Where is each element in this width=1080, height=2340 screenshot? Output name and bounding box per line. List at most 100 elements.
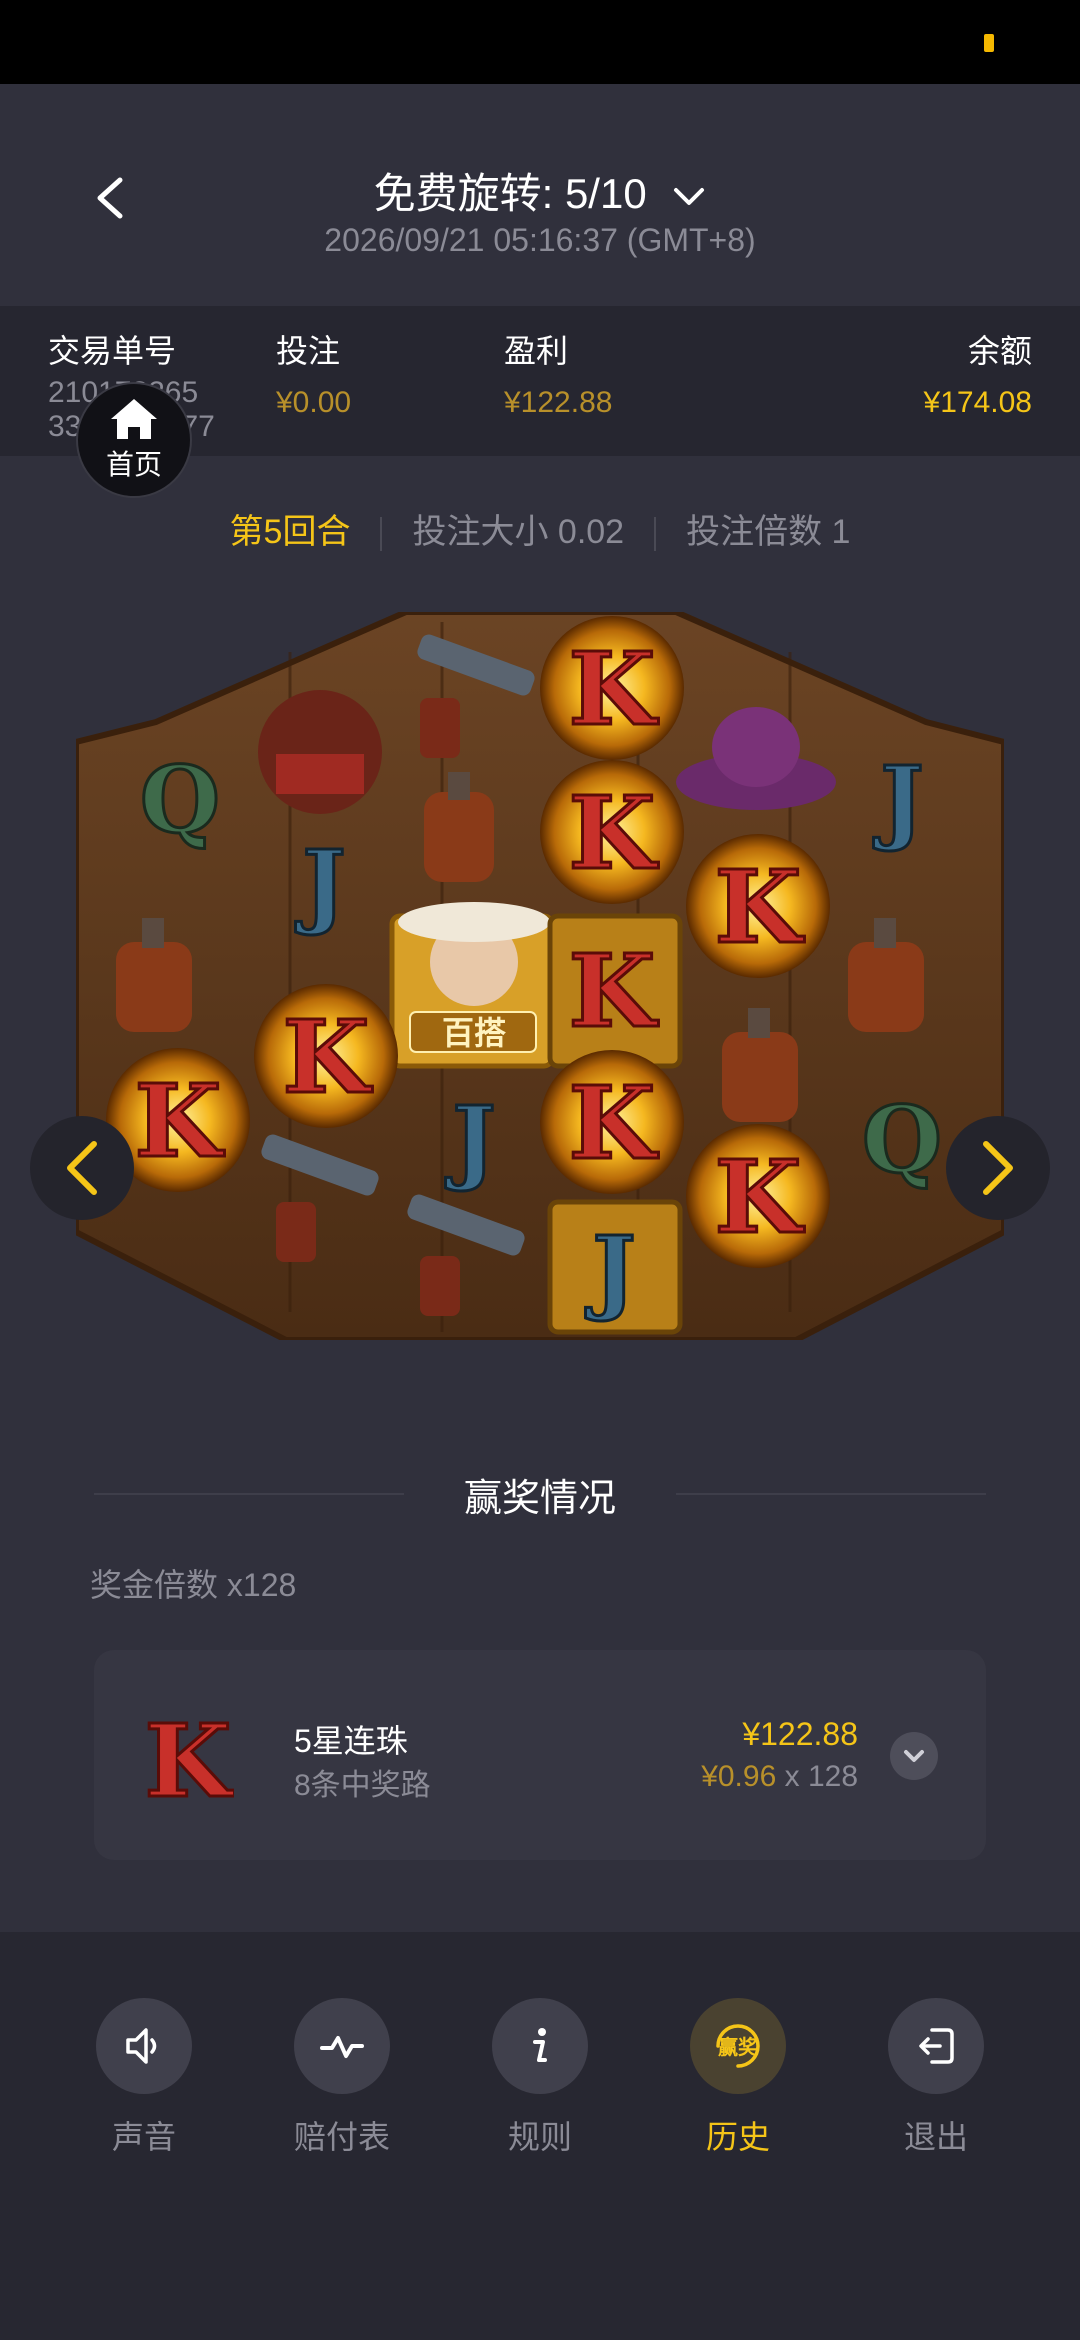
symbol-j-sheriff: J (547, 1199, 683, 1335)
chevron-right-icon (983, 1141, 1013, 1195)
nav-exit-label: 退出 (903, 2119, 968, 2155)
home-icon (111, 399, 157, 439)
win-section-header: 赢奖情况 (94, 1464, 987, 1524)
title-dropdown[interactable]: 免费旋转: 5/10 (0, 160, 1080, 221)
spin-datetime: 2026/09/21 05:16:37 (GMT+8) (324, 222, 756, 258)
bet-column: 投注 ¥0.00 (276, 326, 351, 420)
balance-label: 余额 (967, 333, 1032, 369)
divider (94, 1493, 404, 1495)
bottom-nav: 声音 赔付表 规则 赢奖 历史 退出 (0, 1932, 1080, 2340)
nav-sound[interactable]: 声音 (74, 1998, 214, 2158)
symbol-j: J (444, 1085, 498, 1196)
svg-text:J: J (445, 1086, 496, 1194)
divider (654, 517, 657, 552)
symbol-k-coin: K (540, 760, 684, 904)
svg-text:K: K (569, 1064, 659, 1182)
nav-rules[interactable]: 规则 (470, 1998, 610, 2158)
round-number: 第5回合 (229, 513, 351, 551)
nav-sound-label: 声音 (111, 2119, 176, 2155)
battery-icon (984, 34, 994, 52)
home-button[interactable]: 首页 (76, 382, 192, 498)
paytable-button[interactable] (294, 1998, 390, 2094)
symbol-k-coin: K (254, 984, 398, 1128)
divider (380, 517, 383, 552)
svg-text:K: K (569, 774, 659, 892)
home-label: 首页 (105, 449, 162, 480)
exit-icon (919, 2028, 954, 2064)
svg-text:K: K (283, 998, 373, 1116)
win-line-card[interactable]: K 5星连珠 8条中奖路 ¥122.88 ¥0.96 x 128 (94, 1650, 986, 1860)
nav-history-label: 历史 (705, 2119, 770, 2155)
history-icon: 赢奖 (716, 2024, 760, 2068)
symbol-j: J (872, 745, 926, 856)
pulse-icon (320, 2036, 364, 2058)
svg-text:J: J (873, 746, 924, 854)
symbol-k-icon: K (143, 1706, 234, 1806)
svg-text:Q: Q (862, 1086, 942, 1194)
balance-column: 余额 ¥174.08 (924, 326, 1032, 420)
win-line-ways: 8条中奖路 (294, 1769, 431, 1802)
nav-history[interactable]: 赢奖 历史 (668, 1998, 808, 2158)
symbol-q: Q (860, 1085, 943, 1196)
svg-text:K: K (715, 848, 805, 966)
info-icon (533, 2028, 547, 2062)
nav-rules-label: 规则 (507, 2119, 572, 2155)
chevron-down-icon (904, 1750, 924, 1762)
bet-size: 投注大小 0.02 (412, 513, 625, 551)
sound-button[interactable] (96, 1998, 192, 2094)
bet-multiplier: 投注倍数 1 (686, 513, 851, 551)
symbol-k-sheriff: K (547, 913, 683, 1069)
svg-text:K: K (145, 1706, 234, 1806)
round-info: 第5回合 投注大小 0.02 投注倍数 1 (0, 504, 1080, 553)
profit-value: ¥122.88 (504, 386, 613, 419)
symbol-q: Q (138, 745, 221, 856)
symbol-k-coin: K (686, 1124, 830, 1268)
symbol-j: J (294, 829, 348, 940)
transaction-label: 交易单号 (48, 333, 177, 369)
win-section-title: 赢奖情况 (464, 1477, 617, 1520)
wild-label: 百搭 (442, 1014, 506, 1052)
slot-board: Q K J J K K 百搭 K K K J K Q K J (73, 609, 1007, 1343)
balance-value: ¥174.08 (923, 386, 1032, 419)
bet-label: 投注 (276, 333, 341, 369)
header: 免费旋转: 5/10 2026/09/21 05:16:37 (GMT+8) (0, 84, 1080, 306)
svg-text:J: J (585, 1216, 636, 1324)
divider (676, 1493, 987, 1495)
speaker-icon (126, 2028, 157, 2064)
win-line-times: x 128 (784, 1760, 858, 1793)
svg-text:K: K (569, 630, 659, 748)
bet-value: ¥0.00 (276, 386, 352, 419)
rules-button[interactable] (492, 1998, 588, 2094)
nav-exit[interactable]: 退出 (866, 1998, 1006, 2158)
win-line-calculation: ¥0.96 x 128 (701, 1760, 858, 1794)
page-title: 免费旋转: 5/10 (373, 170, 647, 217)
slot-board-graphic: Q K J J K K 百搭 K K K J K Q K J (73, 609, 1007, 1343)
previous-round-button[interactable] (30, 1116, 134, 1220)
profit-label: 盈利 (504, 333, 569, 369)
history-button[interactable]: 赢奖 (690, 1998, 786, 2094)
svg-text:K: K (569, 932, 659, 1050)
win-line-unit: ¥0.96 (701, 1760, 777, 1793)
nav-paytable-label: 赔付表 (293, 2119, 390, 2155)
win-line-amount: ¥122.88 (742, 1716, 858, 1752)
symbol-bandit (258, 690, 382, 814)
expand-button[interactable] (890, 1732, 938, 1780)
nav-paytable[interactable]: 赔付表 (272, 1998, 412, 2158)
svg-text:K: K (135, 1062, 225, 1180)
svg-text:Q: Q (140, 746, 220, 854)
prize-multiplier: 奖金倍数 x128 (90, 1567, 297, 1603)
chevron-left-icon (67, 1141, 97, 1195)
svg-text:K: K (715, 1138, 805, 1256)
chevron-down-icon (674, 187, 705, 205)
next-round-button[interactable] (946, 1116, 1050, 1220)
symbol-k-coin: K (686, 834, 830, 978)
symbol-k-coin: K (540, 616, 684, 760)
profit-column: 盈利 ¥122.88 (504, 326, 612, 420)
svg-text:J: J (295, 830, 346, 938)
win-line-name: 5星连珠 (294, 1723, 408, 1759)
symbol-wild: 百搭 (389, 902, 555, 1069)
status-bar (0, 0, 1080, 84)
symbol-k-coin: K (540, 1050, 684, 1194)
exit-button[interactable] (888, 1998, 984, 2094)
svg-text:赢奖: 赢奖 (718, 2035, 759, 2059)
